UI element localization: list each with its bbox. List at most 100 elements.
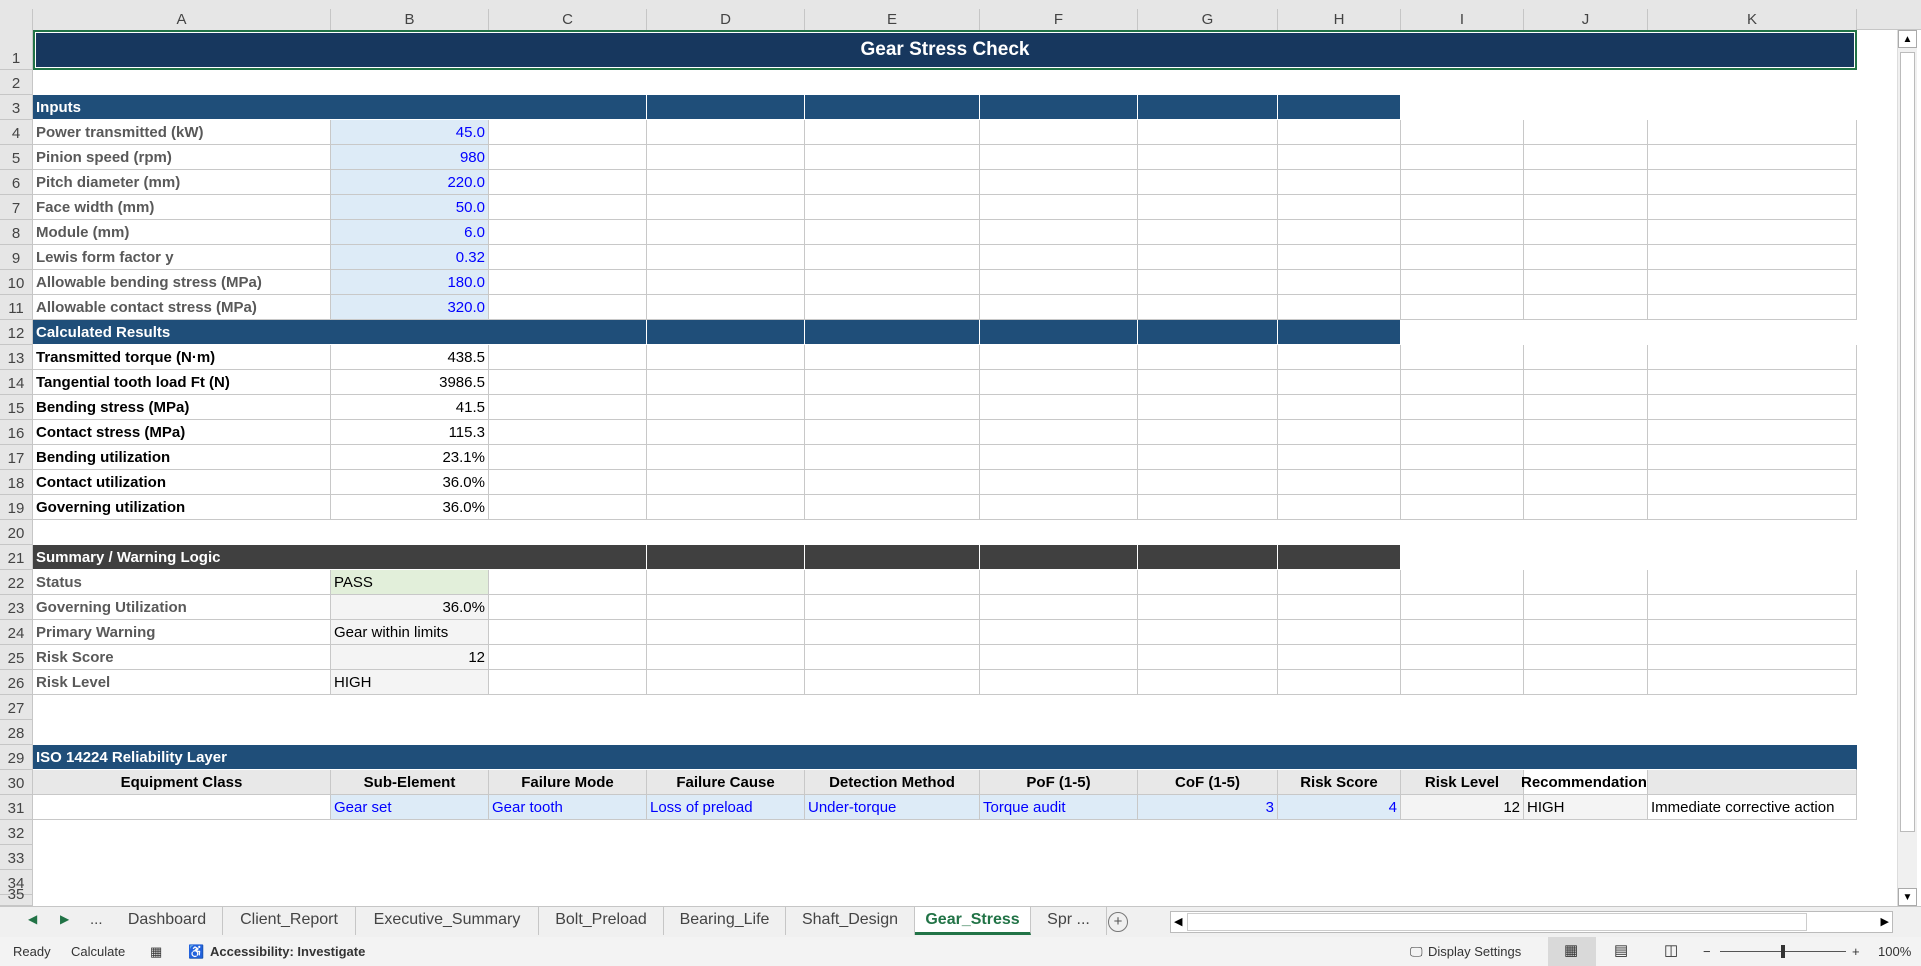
row-header[interactable]: 12 <box>0 320 33 345</box>
summary-value[interactable]: 12 <box>331 645 489 670</box>
empty-cell[interactable] <box>647 620 805 645</box>
empty-cell[interactable] <box>489 370 647 395</box>
row-header[interactable]: 4 <box>0 120 33 145</box>
result-value[interactable]: 3986.5 <box>331 370 489 395</box>
empty-cell[interactable] <box>1278 120 1401 145</box>
empty-cell[interactable] <box>647 670 805 695</box>
empty-cell[interactable] <box>1648 195 1857 220</box>
empty-cell[interactable] <box>1138 145 1278 170</box>
row-header[interactable]: 15 <box>0 395 33 420</box>
empty-cell[interactable] <box>805 495 980 520</box>
empty-cell[interactable] <box>489 570 647 595</box>
empty-cell[interactable] <box>647 370 805 395</box>
empty-cell[interactable] <box>1524 395 1648 420</box>
result-value[interactable]: 36.0% <box>331 470 489 495</box>
empty-cell[interactable] <box>489 395 647 420</box>
result-label[interactable]: Contact stress (MPa) <box>33 420 331 445</box>
row-header[interactable]: 1 <box>0 30 33 70</box>
table-cell[interactable]: Gear tooth <box>489 795 647 820</box>
column-header-c[interactable]: C <box>489 9 647 30</box>
row-header[interactable]: 26 <box>0 670 33 695</box>
empty-cell[interactable] <box>1138 245 1278 270</box>
empty-cell[interactable] <box>1648 395 1857 420</box>
column-header-h[interactable]: H <box>1278 9 1401 30</box>
empty-cell[interactable] <box>805 420 980 445</box>
empty-cell[interactable] <box>1648 570 1857 595</box>
input-label[interactable]: Lewis form factor y <box>33 245 331 270</box>
empty-cell[interactable] <box>1138 645 1278 670</box>
input-value[interactable]: 45.0 <box>331 120 489 145</box>
empty-cell[interactable] <box>489 245 647 270</box>
empty-cell[interactable] <box>980 495 1138 520</box>
empty-cell[interactable] <box>1138 570 1278 595</box>
empty-cell[interactable] <box>1401 220 1524 245</box>
empty-cell[interactable] <box>1524 345 1648 370</box>
empty-cell[interactable] <box>1401 145 1524 170</box>
table-cell[interactable]: 3 <box>1138 795 1278 820</box>
row-header[interactable]: 11 <box>0 295 33 320</box>
empty-cell[interactable] <box>1524 295 1648 320</box>
empty-cell[interactable] <box>647 645 805 670</box>
empty-cell[interactable] <box>805 620 980 645</box>
empty-cell[interactable] <box>1524 470 1648 495</box>
result-label[interactable]: Bending stress (MPa) <box>33 395 331 420</box>
section-header-fill[interactable] <box>647 545 805 570</box>
horizontal-scrollbar[interactable]: ◀ ▶ <box>1170 911 1893 933</box>
empty-cell[interactable] <box>489 120 647 145</box>
empty-cell[interactable] <box>1278 245 1401 270</box>
result-value[interactable]: 41.5 <box>331 395 489 420</box>
empty-cell[interactable] <box>1524 120 1648 145</box>
empty-cell[interactable] <box>1278 345 1401 370</box>
empty-cell[interactable] <box>805 395 980 420</box>
column-header-i[interactable]: I <box>1401 9 1524 30</box>
empty-cell[interactable] <box>805 570 980 595</box>
empty-cell[interactable] <box>489 645 647 670</box>
empty-cell[interactable] <box>489 270 647 295</box>
empty-cell[interactable] <box>1648 645 1857 670</box>
display-settings-button[interactable]: Display Settings <box>1428 944 1521 959</box>
row-header[interactable]: 31 <box>0 795 33 820</box>
empty-cell[interactable] <box>980 645 1138 670</box>
scroll-down-icon[interactable]: ▼ <box>1898 888 1917 906</box>
summary-value[interactable]: 36.0% <box>331 595 489 620</box>
empty-cell[interactable] <box>805 170 980 195</box>
empty-cell[interactable] <box>980 370 1138 395</box>
next-sheet-icon[interactable]: ▶ <box>60 912 69 926</box>
row-header[interactable]: 27 <box>0 695 33 720</box>
section-header[interactable]: ISO 14224 Reliability Layer <box>33 745 1857 770</box>
prev-sheet-icon[interactable]: ◀ <box>28 912 37 926</box>
empty-cell[interactable] <box>980 395 1138 420</box>
result-label[interactable]: Bending utilization <box>33 445 331 470</box>
empty-cell[interactable] <box>805 645 980 670</box>
column-header-a[interactable]: A <box>33 9 331 30</box>
empty-cell[interactable] <box>647 420 805 445</box>
empty-cell[interactable] <box>980 420 1138 445</box>
empty-cell[interactable] <box>1138 120 1278 145</box>
row-header[interactable]: 2 <box>0 70 33 95</box>
empty-cell[interactable] <box>1401 370 1524 395</box>
normal-view-icon[interactable]: ▦ <box>1564 941 1578 959</box>
select-all-corner[interactable] <box>0 9 33 30</box>
calculate-button[interactable]: Calculate <box>71 944 125 959</box>
empty-cell[interactable] <box>805 145 980 170</box>
empty-cell[interactable] <box>1138 470 1278 495</box>
input-value[interactable]: 180.0 <box>331 270 489 295</box>
empty-cell[interactable] <box>1524 670 1648 695</box>
empty-cell[interactable] <box>1524 595 1648 620</box>
row-header[interactable]: 18 <box>0 470 33 495</box>
empty-cell[interactable] <box>1648 120 1857 145</box>
empty-cell[interactable] <box>1278 670 1401 695</box>
empty-cell[interactable] <box>1138 445 1278 470</box>
row-header[interactable]: 29 <box>0 745 33 770</box>
row-header[interactable]: 3 <box>0 95 33 120</box>
empty-cell[interactable] <box>980 595 1138 620</box>
empty-cell[interactable] <box>805 470 980 495</box>
empty-cell[interactable] <box>1138 670 1278 695</box>
table-header[interactable]: Risk Level <box>1401 770 1524 795</box>
empty-cell[interactable] <box>1524 370 1648 395</box>
empty-cell[interactable] <box>1401 395 1524 420</box>
summary-label[interactable]: Risk Level <box>33 670 331 695</box>
empty-cell[interactable] <box>805 120 980 145</box>
empty-cell[interactable] <box>1138 620 1278 645</box>
row-header[interactable]: 21 <box>0 545 33 570</box>
